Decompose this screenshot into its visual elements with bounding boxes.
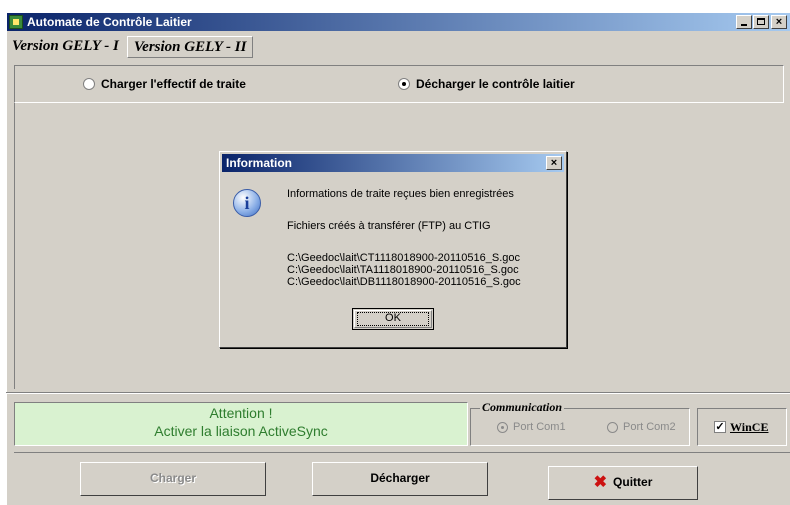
communication-label: Communication [480,400,565,415]
radio-selected-icon [497,421,508,433]
dialog-title-bar[interactable]: Information × [222,154,564,172]
port-com2-label: Port Com2 [623,421,676,433]
mode-selector: Charger l'effectif de traite Décharger l… [14,65,784,103]
radio-icon [607,421,618,433]
charger-button-label: Charger [149,471,196,485]
radio-charger-label: Charger l'effectif de traite [101,77,246,91]
dialog-message-1: Informations de traite reçues bien enreg… [287,188,514,200]
window-title: Automate de Contrôle Laitier [27,15,192,29]
dialog-file-1: C:\Geedoc\lait\CT1118018900-20110516_S.g… [287,252,520,264]
status-alert: Attention ! Activer la liaison ActiveSyn… [14,402,468,446]
dialog-title: Information [226,156,292,170]
radio-port-com2[interactable]: Port Com2 [607,421,676,433]
ok-button[interactable]: OK [352,308,434,330]
dialog-message-2: Fichiers créés à transférer (FTP) au CTI… [287,220,491,232]
charger-button[interactable]: Charger [80,462,266,496]
wince-checkbox[interactable]: ✓ WinCE [697,408,787,446]
quitter-button-label: Quitter [613,475,653,489]
quitter-button[interactable]: ✖ Quitter [548,466,698,500]
alert-title: Attention ! [209,405,273,421]
information-dialog: Information × i Informations de traite r… [219,151,567,348]
close-button[interactable]: × [771,15,787,29]
title-bar[interactable]: Automate de Contrôle Laitier × [7,13,790,31]
dialog-close-button[interactable]: × [546,156,562,170]
alert-message: Activer la liaison ActiveSync [154,423,328,439]
radio-port-com1[interactable]: Port Com1 [497,421,566,433]
info-icon: i [233,189,261,217]
dialog-file-2: C:\Geedoc\lait\TA1118018900-20110516_S.g… [287,264,519,276]
app-icon [9,15,23,29]
radio-icon [83,78,95,90]
close-x-icon: ✖ [593,474,608,491]
radio-decharger-controle[interactable]: Décharger le contrôle laitier [398,77,575,91]
ok-button-label: OK [385,312,401,324]
minimize-button[interactable] [736,15,752,29]
tab-gely-2[interactable]: Version GELY - II [126,36,254,58]
radio-charger-effectif[interactable]: Charger l'effectif de traite [83,77,246,91]
radio-decharger-label: Décharger le contrôle laitier [416,77,575,91]
tab-gely-1[interactable]: Version GELY - I [6,32,125,54]
checkbox-checked-icon: ✓ [714,421,726,433]
port-com1-label: Port Com1 [513,421,566,433]
decharger-button-label: Décharger [370,471,430,485]
wince-label: WinCE [730,419,769,434]
maximize-button[interactable] [753,15,769,29]
radio-selected-icon [398,78,410,90]
dialog-file-3: C:\Geedoc\lait\DB1118018900-20110516_S.g… [287,276,521,288]
separator [6,392,790,394]
version-tabs: Version GELY - I Version GELY - II [6,32,255,62]
decharger-button[interactable]: Décharger [312,462,488,496]
